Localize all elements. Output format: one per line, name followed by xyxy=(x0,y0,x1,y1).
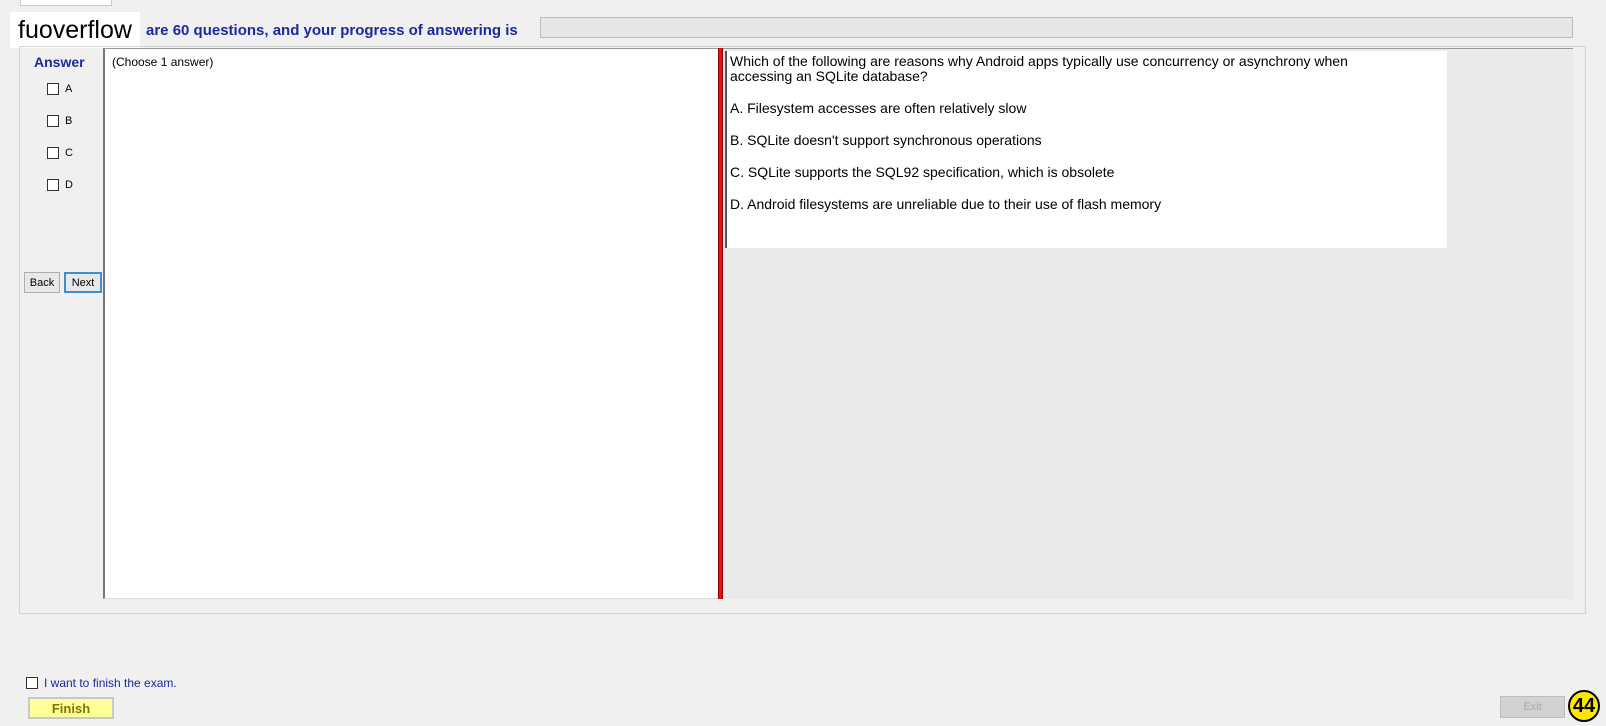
finish-confirm-checkbox[interactable] xyxy=(26,677,38,689)
option-d-checkbox[interactable] xyxy=(47,179,59,191)
option-a-label: A xyxy=(65,83,73,95)
question-option-d: D. Android filesystems are unreliable du… xyxy=(730,196,1162,212)
exit-button[interactable]: Exit xyxy=(1500,696,1565,718)
question-text-line-1: Which of the following are reasons why A… xyxy=(730,53,1348,69)
next-button[interactable]: Next xyxy=(64,272,102,293)
choose-instruction: (Choose 1 answer) xyxy=(112,55,214,69)
question-option-c: C. SQLite supports the SQL92 specificati… xyxy=(730,164,1115,180)
finish-button[interactable]: Finish xyxy=(28,697,114,719)
question-text-line-2: accessing an SQLite database? xyxy=(730,68,928,84)
option-a-row[interactable]: A xyxy=(47,81,72,97)
option-b-row[interactable]: B xyxy=(47,113,72,129)
question-box: Which of the following are reasons why A… xyxy=(725,51,1447,248)
option-c-row[interactable]: C xyxy=(47,145,73,161)
option-a-checkbox[interactable] xyxy=(47,83,59,95)
progress-bar xyxy=(540,17,1573,38)
answer-title: Answer xyxy=(34,54,85,70)
question-option-b: B. SQLite doesn't support synchronous op… xyxy=(730,132,1042,148)
answer-text-area[interactable]: (Choose 1 answer) xyxy=(103,48,718,599)
finish-confirm-row[interactable]: I want to finish the exam. xyxy=(26,676,177,690)
option-b-checkbox[interactable] xyxy=(47,115,59,127)
option-c-label: C xyxy=(65,147,73,159)
option-d-label: D xyxy=(65,179,73,191)
progress-label: are 60 questions, and your progress of a… xyxy=(146,22,518,39)
watermark-label: fuoverflow xyxy=(10,12,140,48)
page-number-badge: 44 xyxy=(1568,690,1600,722)
option-b-label: B xyxy=(65,115,73,127)
option-c-checkbox[interactable] xyxy=(47,147,59,159)
question-option-a: A. Filesystem accesses are often relativ… xyxy=(730,100,1027,116)
exam-tab xyxy=(20,0,112,6)
back-button[interactable]: Back xyxy=(24,272,60,293)
finish-confirm-label: I want to finish the exam. xyxy=(44,676,177,690)
question-area: Which of the following are reasons why A… xyxy=(723,48,1573,599)
option-d-row[interactable]: D xyxy=(47,177,73,193)
